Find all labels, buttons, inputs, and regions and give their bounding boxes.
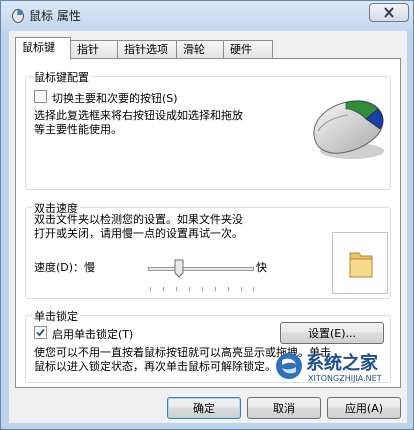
enable-click-lock-label[interactable]: 启用单击锁定(T) <box>52 326 133 342</box>
tab-panel: 鼠标键配置 切换主要和次要的按钮(S) 选择此复选框来将右按钮设成如选择和拖放 … <box>15 58 401 388</box>
watermark-url: XITONGZHIJIA.NET <box>308 374 382 383</box>
speed-label-slow: 速度(D)：慢 <box>34 261 96 274</box>
tab-buttons[interactable]: 鼠标键 <box>15 37 71 60</box>
button-config-title: 鼠标键配置 <box>32 69 91 85</box>
button-config-group: 鼠标键配置 切换主要和次要的按钮(S) 选择此复选框来将右按钮设成如选择和拖放 … <box>25 69 391 190</box>
double-click-description-line2: 打开或关闭，请用慢一点的设置再试一次。 <box>34 227 243 240</box>
switch-buttons-label[interactable]: 切换主要和次要的按钮(S) <box>52 90 178 106</box>
folder-icon <box>349 252 373 278</box>
double-click-description-line1: 双击文件夹以检测您的设置。如果文件夹没 <box>34 213 243 226</box>
tab-strip: 鼠标键 指针 指针选项 滑轮 硬件 <box>15 37 401 60</box>
title-bar[interactable]: 鼠标 属性 <box>1 1 413 29</box>
click-lock-title: 单击锁定 <box>32 308 80 324</box>
tab-pointers[interactable]: 指针 <box>70 40 118 59</box>
double-click-group: 双击速度 双击文件夹以检测您的设置。如果文件夹没 打开或关闭，请用慢一点的设置再… <box>25 200 391 299</box>
close-button[interactable] <box>369 3 409 22</box>
speed-slider-track[interactable] <box>148 267 254 271</box>
apply-button[interactable]: 应用(A) <box>327 397 401 419</box>
click-lock-settings-button[interactable]: 设置(E)... <box>280 322 384 344</box>
speed-slider-area: 速度(D)：慢 快 <box>34 259 284 295</box>
cancel-button[interactable]: 取消 <box>247 397 321 419</box>
ok-button[interactable]: 确定 <box>167 397 241 419</box>
mouse-icon <box>12 9 24 23</box>
dialog-client: 鼠标键 指针 指针选项 滑轮 硬件 鼠标键配置 切换主要和次要的按钮(S) 选择… <box>9 31 407 423</box>
switch-description-line1: 选择此复选框来将右按钮设成如选择和拖放 <box>34 109 243 122</box>
tab-hardware[interactable]: 硬件 <box>223 40 273 59</box>
dialog-window: 鼠标 属性 鼠标键 指针 指针选项 滑轮 硬件 鼠标键配置 切换主要和次要的按钮… <box>0 0 414 430</box>
tab-wheel[interactable]: 滑轮 <box>176 40 224 59</box>
mouse-illustration <box>313 100 384 159</box>
switch-buttons-checkbox[interactable] <box>34 90 47 103</box>
enable-click-lock-checkbox[interactable] <box>34 326 47 339</box>
watermark-text: 系统之家 <box>306 353 378 374</box>
test-folder-area[interactable] <box>332 232 388 294</box>
checkmark-icon <box>36 328 45 337</box>
click-lock-description-line2: 鼠标以进入锁定状态，再次单击鼠标可解除锁定。 <box>34 360 276 373</box>
watermark: 系统之家 XITONGZHIJIA.NET <box>274 349 400 387</box>
tab-pointer-options[interactable]: 指针选项 <box>117 40 177 59</box>
watermark-logo-icon <box>276 353 302 379</box>
speed-label-fast: 快 <box>256 261 267 274</box>
window-title: 鼠标 属性 <box>29 9 81 23</box>
speed-slider-thumb[interactable] <box>174 259 184 278</box>
close-icon <box>384 7 394 18</box>
switch-description-line2: 等主要性能使用。 <box>34 123 122 136</box>
